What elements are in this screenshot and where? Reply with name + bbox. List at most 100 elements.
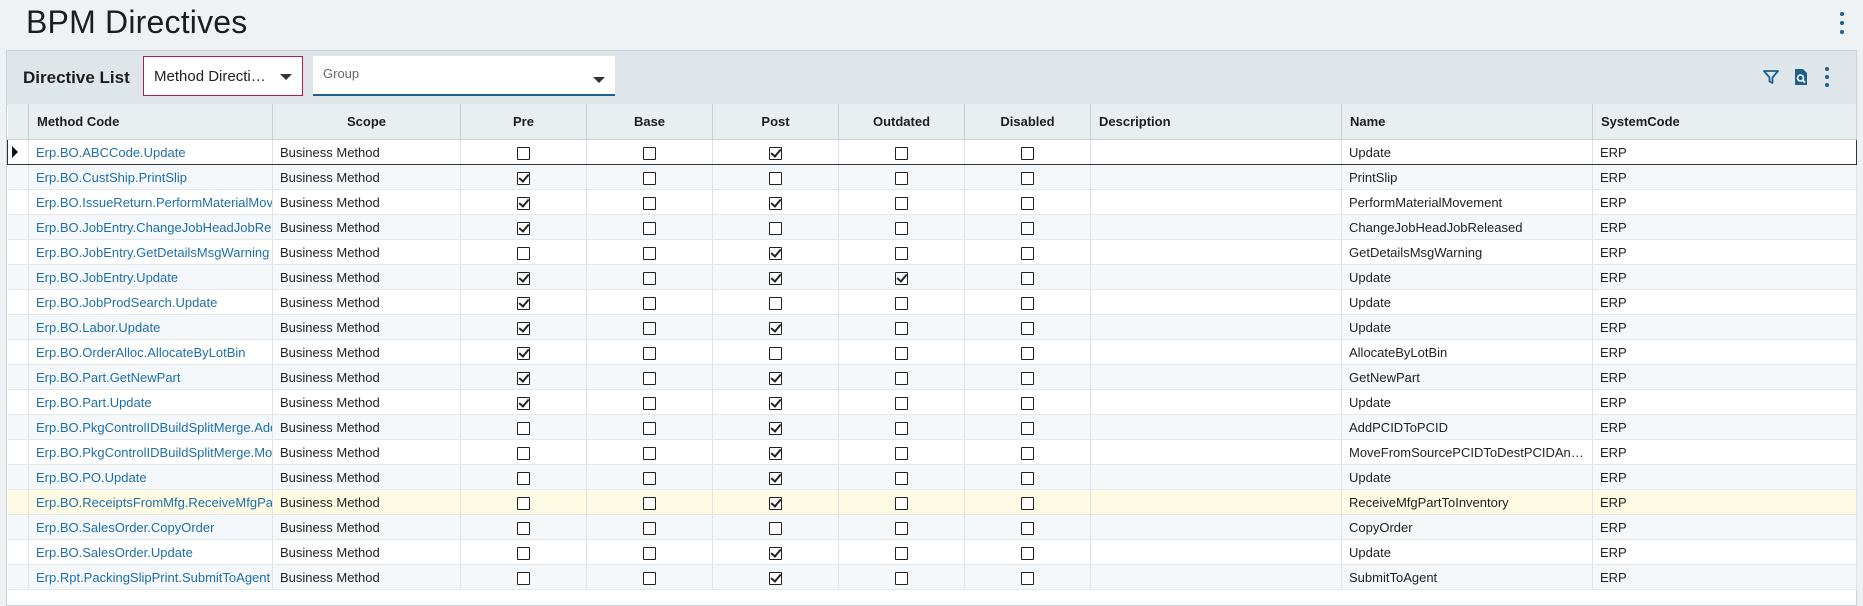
- system-code-cell[interactable]: ERP: [1592, 564, 1857, 590]
- column-header-disabled[interactable]: Disabled: [964, 104, 1091, 140]
- row-indicator[interactable]: [7, 539, 29, 565]
- base-cell[interactable]: [586, 439, 713, 465]
- column-header-method-code[interactable]: Method Code: [28, 104, 273, 140]
- method-code-cell[interactable]: Erp.BO.Labor.Update: [28, 314, 273, 340]
- pre-cell[interactable]: [460, 439, 587, 465]
- post-cell[interactable]: [712, 139, 839, 165]
- disabled-cell[interactable]: [964, 389, 1091, 415]
- disabled-checkbox[interactable]: [1021, 246, 1034, 260]
- column-header-pre[interactable]: Pre: [460, 104, 587, 140]
- outdated-checkbox[interactable]: [895, 421, 908, 435]
- disabled-checkbox[interactable]: [1021, 171, 1034, 185]
- row-indicator[interactable]: [7, 264, 29, 290]
- method-code-cell[interactable]: Erp.BO.PkgControlIDBuildSplitMerge.Add: [28, 414, 273, 440]
- outdated-cell[interactable]: [838, 389, 965, 415]
- row-indicator[interactable]: [7, 489, 29, 515]
- pre-checkbox[interactable]: [517, 471, 530, 485]
- base-cell[interactable]: [586, 314, 713, 340]
- post-cell[interactable]: [712, 464, 839, 490]
- pre-checkbox[interactable]: [517, 171, 530, 185]
- pre-checkbox[interactable]: [517, 321, 530, 335]
- column-header-name[interactable]: Name: [1341, 104, 1593, 140]
- post-cell[interactable]: [712, 239, 839, 265]
- base-cell[interactable]: [586, 264, 713, 290]
- post-cell[interactable]: [712, 214, 839, 240]
- row-indicator[interactable]: [7, 439, 29, 465]
- pre-checkbox[interactable]: [517, 446, 530, 460]
- outdated-checkbox[interactable]: [895, 446, 908, 460]
- base-cell[interactable]: [586, 464, 713, 490]
- outdated-cell[interactable]: [838, 414, 965, 440]
- disabled-cell[interactable]: [964, 289, 1091, 315]
- pre-checkbox[interactable]: [517, 571, 530, 585]
- description-cell[interactable]: [1090, 464, 1342, 490]
- pre-cell[interactable]: [460, 164, 587, 190]
- name-cell[interactable]: SubmitToAgent: [1341, 564, 1593, 590]
- name-cell[interactable]: AddPCIDToPCID: [1341, 414, 1593, 440]
- outdated-cell[interactable]: [838, 189, 965, 215]
- disabled-cell[interactable]: [964, 514, 1091, 540]
- description-cell[interactable]: [1090, 439, 1342, 465]
- post-checkbox[interactable]: [769, 271, 782, 285]
- description-cell[interactable]: [1090, 539, 1342, 565]
- scope-cell[interactable]: Business Method: [272, 414, 461, 440]
- post-checkbox[interactable]: [769, 321, 782, 335]
- pre-checkbox[interactable]: [517, 271, 530, 285]
- base-cell[interactable]: [586, 339, 713, 365]
- pre-cell[interactable]: [460, 239, 587, 265]
- description-cell[interactable]: [1090, 214, 1342, 240]
- disabled-checkbox[interactable]: [1021, 421, 1034, 435]
- method-code-cell[interactable]: Erp.BO.CustShip.PrintSlip: [28, 164, 273, 190]
- post-checkbox[interactable]: [769, 171, 782, 185]
- outdated-cell[interactable]: [838, 364, 965, 390]
- description-cell[interactable]: [1090, 289, 1342, 315]
- disabled-cell[interactable]: [964, 164, 1091, 190]
- pre-checkbox[interactable]: [517, 146, 530, 160]
- base-cell[interactable]: [586, 289, 713, 315]
- name-cell[interactable]: PrintSlip: [1341, 164, 1593, 190]
- post-cell[interactable]: [712, 489, 839, 515]
- base-checkbox[interactable]: [643, 296, 656, 310]
- disabled-cell[interactable]: [964, 489, 1091, 515]
- base-checkbox[interactable]: [643, 396, 656, 410]
- name-cell[interactable]: CopyOrder: [1341, 514, 1593, 540]
- outdated-checkbox[interactable]: [895, 546, 908, 560]
- system-code-cell[interactable]: ERP: [1592, 414, 1857, 440]
- system-code-cell[interactable]: ERP: [1592, 464, 1857, 490]
- method-code-cell[interactable]: Erp.BO.ABCCode.Update: [28, 139, 273, 165]
- name-cell[interactable]: Update: [1341, 314, 1593, 340]
- base-cell[interactable]: [586, 489, 713, 515]
- post-checkbox[interactable]: [769, 296, 782, 310]
- pre-checkbox[interactable]: [517, 196, 530, 210]
- disabled-cell[interactable]: [964, 364, 1091, 390]
- disabled-checkbox[interactable]: [1021, 296, 1034, 310]
- description-cell[interactable]: [1090, 189, 1342, 215]
- post-checkbox[interactable]: [769, 496, 782, 510]
- scope-cell[interactable]: Business Method: [272, 439, 461, 465]
- outdated-cell[interactable]: [838, 139, 965, 165]
- name-cell[interactable]: Update: [1341, 289, 1593, 315]
- disabled-cell[interactable]: [964, 539, 1091, 565]
- pre-cell[interactable]: [460, 339, 587, 365]
- table-row[interactable]: Erp.BO.PkgControlIDBuildSplitMerge.Mo Bus…: [7, 439, 1857, 465]
- row-indicator[interactable]: [7, 514, 29, 540]
- disabled-checkbox[interactable]: [1021, 396, 1034, 410]
- pre-cell[interactable]: [460, 389, 587, 415]
- table-row[interactable]: Erp.BO.IssueReturn.PerformMaterialMov Bus…: [7, 189, 1857, 215]
- outdated-cell[interactable]: [838, 239, 965, 265]
- method-code-cell[interactable]: Erp.BO.PO.Update: [28, 464, 273, 490]
- outdated-checkbox[interactable]: [895, 271, 908, 285]
- base-cell[interactable]: [586, 164, 713, 190]
- outdated-cell[interactable]: [838, 214, 965, 240]
- column-header-outdated[interactable]: Outdated: [838, 104, 965, 140]
- description-cell[interactable]: [1090, 264, 1342, 290]
- base-cell[interactable]: [586, 139, 713, 165]
- disabled-checkbox[interactable]: [1021, 321, 1034, 335]
- pre-cell[interactable]: [460, 314, 587, 340]
- method-code-cell[interactable]: Erp.BO.JobProdSearch.Update: [28, 289, 273, 315]
- post-checkbox[interactable]: [769, 546, 782, 560]
- outdated-checkbox[interactable]: [895, 296, 908, 310]
- kebab-vertical-icon[interactable]: [1822, 67, 1832, 87]
- row-indicator[interactable]: [7, 314, 29, 340]
- pre-checkbox[interactable]: [517, 396, 530, 410]
